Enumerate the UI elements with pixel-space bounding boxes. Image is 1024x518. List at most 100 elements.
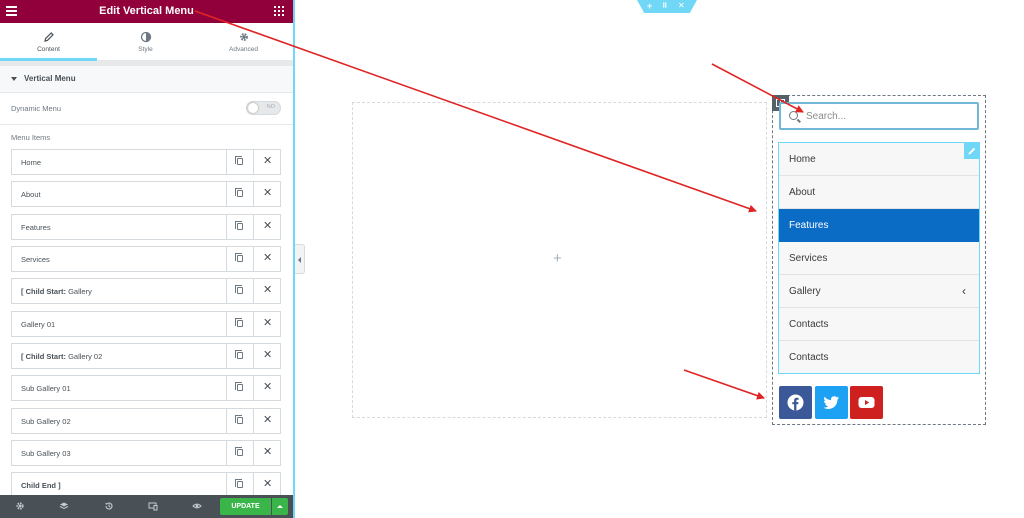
repeater-item-title: Child End ] xyxy=(21,481,61,490)
copy-icon xyxy=(235,188,243,197)
duplicate-button[interactable] xyxy=(226,473,253,497)
panel-tabs: Content Style Advanced xyxy=(0,23,293,61)
repeater-item-title: Gallery 01 xyxy=(21,320,56,329)
copy-icon xyxy=(235,382,243,391)
copy-icon xyxy=(235,447,243,456)
twitter-button[interactable] xyxy=(815,386,848,419)
repeater-item[interactable]: Sub Gallery 01 ✕ xyxy=(11,375,281,401)
editor-panel: Edit Vertical Menu Content Style Advance… xyxy=(0,0,295,518)
section-vertical-menu[interactable]: Vertical Menu xyxy=(0,66,293,93)
tab-style[interactable]: Style xyxy=(97,23,194,61)
duplicate-button[interactable] xyxy=(226,312,253,336)
duplicate-button[interactable] xyxy=(226,441,253,465)
pencil-icon xyxy=(43,32,54,42)
dynamic-menu-label: Dynamic Menu xyxy=(11,104,62,113)
duplicate-button[interactable] xyxy=(226,215,253,239)
remove-button[interactable]: ✕ xyxy=(253,247,280,271)
history-icon[interactable] xyxy=(104,501,114,511)
remove-button[interactable]: ✕ xyxy=(253,279,280,303)
caret-down-icon xyxy=(11,77,17,81)
dynamic-menu-toggle[interactable]: NO xyxy=(246,101,281,115)
repeater-item-title: Sub Gallery 01 xyxy=(21,384,71,393)
edit-widget-pencil-icon[interactable] xyxy=(964,143,980,159)
update-button[interactable]: UPDATE xyxy=(220,498,271,515)
remove-button[interactable]: ✕ xyxy=(253,312,280,336)
vertical-menu-item-label: About xyxy=(789,187,816,198)
facebook-icon xyxy=(787,394,804,411)
vertical-menu-item[interactable]: Home xyxy=(779,143,979,176)
copy-icon xyxy=(235,253,243,262)
layers-icon[interactable] xyxy=(59,501,69,511)
add-widget-icon[interactable]: + xyxy=(553,251,562,266)
duplicate-button[interactable] xyxy=(226,279,253,303)
drag-handle-icon[interactable]: ⠿ xyxy=(662,2,667,12)
remove-button[interactable]: ✕ xyxy=(253,215,280,239)
close-icon: ✕ xyxy=(263,446,273,458)
facebook-button[interactable] xyxy=(779,386,812,419)
copy-icon xyxy=(235,479,243,488)
dynamic-menu-control: Dynamic Menu NO xyxy=(0,93,293,125)
remove-button[interactable]: ✕ xyxy=(253,182,280,206)
vertical-menu-item[interactable]: Contacts xyxy=(779,341,979,374)
close-icon: ✕ xyxy=(263,187,273,199)
duplicate-button[interactable] xyxy=(226,376,253,400)
tab-content[interactable]: Content xyxy=(0,23,97,61)
youtube-button[interactable] xyxy=(850,386,883,419)
add-section-icon[interactable]: + xyxy=(647,1,652,11)
menu-items-label: Menu Items xyxy=(11,133,51,142)
vertical-menu-item[interactable]: About xyxy=(779,176,979,209)
search-input[interactable] xyxy=(806,109,971,124)
remove-button[interactable]: ✕ xyxy=(253,441,280,465)
remove-button[interactable]: ✕ xyxy=(253,409,280,433)
panel-header: Edit Vertical Menu xyxy=(0,0,293,23)
empty-column[interactable]: + xyxy=(352,102,767,418)
responsive-icon[interactable] xyxy=(148,501,158,511)
close-icon: ✕ xyxy=(263,220,273,232)
repeater-item[interactable]: Sub Gallery 03 ✕ xyxy=(11,440,281,466)
widgets-grid-icon[interactable] xyxy=(274,6,284,16)
vertical-menu-item-active[interactable]: Features xyxy=(779,209,979,242)
eye-icon[interactable] xyxy=(192,501,202,511)
duplicate-button[interactable] xyxy=(226,344,253,368)
vertical-menu-item[interactable]: Contacts xyxy=(779,308,979,341)
repeater-item[interactable]: Services ✕ xyxy=(11,246,281,272)
vertical-menu-widget: Home About Features Services Gallery ‹ Co… xyxy=(778,142,980,374)
repeater-item-title: Services xyxy=(21,255,50,264)
copy-icon xyxy=(235,285,243,294)
repeater-item-title: Home xyxy=(21,158,42,167)
vertical-menu-item[interactable]: Services xyxy=(779,242,979,275)
repeater-item[interactable]: Gallery 01 ✕ xyxy=(11,311,281,337)
repeater-item[interactable]: Features ✕ xyxy=(11,214,281,240)
duplicate-button[interactable] xyxy=(226,150,253,174)
repeater-item[interactable]: [ Child Start: Gallery 02 ✕ xyxy=(11,343,281,369)
duplicate-button[interactable] xyxy=(226,182,253,206)
repeater-item[interactable]: Sub Gallery 02 ✕ xyxy=(11,408,281,434)
panel-footer: UPDATE xyxy=(0,495,293,518)
remove-button[interactable]: ✕ xyxy=(253,473,280,497)
section-handle: + ⠿ ✕ xyxy=(637,0,697,13)
remove-button[interactable]: ✕ xyxy=(253,344,280,368)
duplicate-button[interactable] xyxy=(226,409,253,433)
tab-style-label: Style xyxy=(138,46,153,53)
remove-button[interactable]: ✕ xyxy=(253,376,280,400)
close-icon: ✕ xyxy=(263,284,273,296)
copy-icon xyxy=(235,221,243,230)
repeater-item[interactable]: About ✕ xyxy=(11,181,281,207)
vertical-menu-item-label: Contacts xyxy=(789,319,829,330)
repeater-item[interactable]: Home ✕ xyxy=(11,149,281,175)
tab-advanced[interactable]: Advanced xyxy=(194,23,293,61)
close-icon[interactable]: ✕ xyxy=(678,1,685,11)
remove-button[interactable]: ✕ xyxy=(253,150,280,174)
repeater-item-title: [ Child Start: Gallery xyxy=(21,287,92,296)
duplicate-button[interactable] xyxy=(226,247,253,271)
chevron-left-icon: ‹ xyxy=(962,284,966,298)
gear-icon xyxy=(239,33,248,41)
update-options-button[interactable] xyxy=(272,498,288,515)
close-icon: ✕ xyxy=(263,381,273,393)
vertical-menu-item-gallery[interactable]: Gallery ‹ xyxy=(779,275,979,308)
repeater-item[interactable]: [ Child Start: Gallery ✕ xyxy=(11,278,281,304)
copy-icon xyxy=(235,415,243,424)
close-icon: ✕ xyxy=(263,414,273,426)
panel-collapse-handle[interactable] xyxy=(295,244,305,274)
gear-icon[interactable] xyxy=(15,501,25,511)
